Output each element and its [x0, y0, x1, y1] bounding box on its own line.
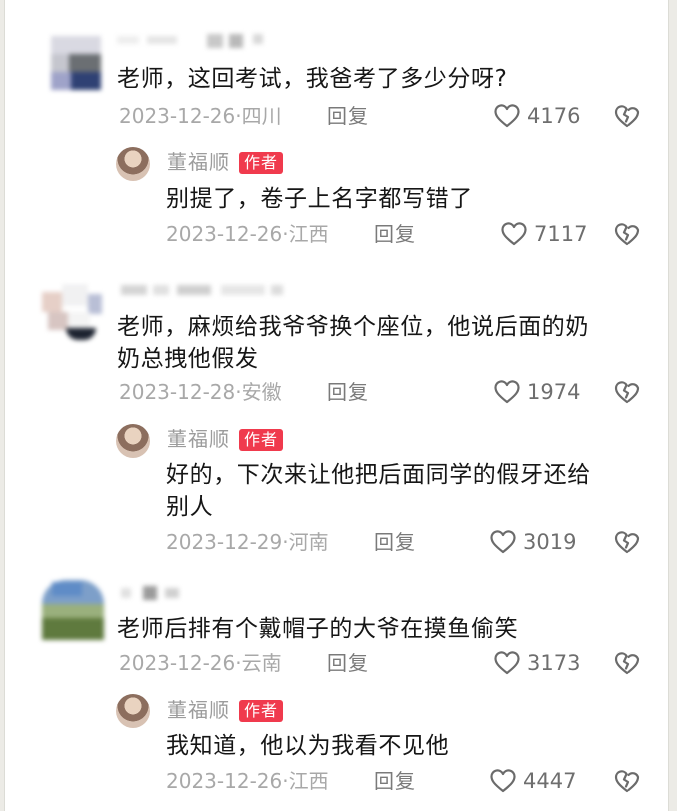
like-button[interactable]: 3173 — [493, 650, 580, 676]
broken-heart-icon — [614, 770, 640, 793]
comment-date: 2023-12-28 — [119, 380, 236, 404]
author-avatar[interactable] — [116, 694, 150, 728]
like-count: 3173 — [527, 651, 581, 675]
reply-location: 江西 — [288, 222, 329, 246]
broken-heart-icon — [614, 381, 640, 404]
comment-location: 安徽 — [241, 380, 282, 404]
reply-text: 我知道，他以为我看不见他 — [166, 733, 450, 759]
like-count: 3019 — [523, 530, 577, 554]
reply-button[interactable]: 回复 — [327, 380, 369, 404]
reply-button[interactable]: 回复 — [374, 222, 416, 246]
heart-outline-icon — [494, 104, 520, 128]
reply-button[interactable]: 回复 — [327, 104, 369, 128]
comment-panel: 老师，这回考试，我爸考了多少分呀? 2023-12-26·四川 回复 4176 … — [4, 0, 669, 811]
author-badge: 作者 — [239, 429, 284, 451]
comment-meta: 2023-12-28·安徽 — [119, 380, 282, 404]
like-count: 1974 — [527, 380, 581, 404]
heart-outline-icon — [494, 651, 520, 675]
author-name[interactable]: 董福顺 — [167, 698, 230, 722]
like-button[interactable]: 4447 — [489, 768, 576, 794]
reply-text: 别人 — [166, 494, 214, 520]
like-button[interactable]: 1974 — [493, 379, 580, 405]
avatar[interactable] — [51, 36, 101, 90]
author-name[interactable]: 董福顺 — [167, 150, 230, 174]
like-button[interactable]: 7117 — [500, 221, 587, 247]
heart-outline-icon — [490, 530, 516, 554]
reply-button[interactable]: 回复 — [374, 530, 416, 554]
like-count: 4447 — [523, 769, 577, 793]
username-redacted — [117, 586, 187, 600]
dislike-button[interactable] — [614, 379, 640, 405]
username-redacted — [117, 34, 267, 48]
dislike-button[interactable] — [614, 529, 640, 555]
reply-text: 别提了，卷子上名字都写错了 — [166, 186, 473, 212]
like-count: 7117 — [534, 222, 588, 246]
reply-date: 2023-12-26 — [166, 769, 283, 793]
comment-location: 云南 — [241, 651, 282, 675]
heart-outline-icon — [501, 222, 527, 246]
comment-meta: 2023-12-26·四川 — [119, 104, 282, 128]
heart-outline-icon — [490, 769, 516, 793]
comment-text: 奶总拽他假发 — [117, 346, 259, 372]
dislike-button[interactable] — [614, 768, 640, 794]
comment-date: 2023-12-26 — [119, 104, 236, 128]
reply-meta: 2023-12-26·江西 — [166, 769, 329, 793]
comment-text: 老师，麻烦给我爷爷换个座位，他说后面的奶 — [117, 314, 589, 340]
author-name[interactable]: 董福顺 — [167, 427, 230, 451]
reply-meta: 2023-12-26·江西 — [166, 222, 329, 246]
comment-location: 四川 — [241, 104, 282, 128]
heart-outline-icon — [494, 380, 520, 404]
username-redacted — [117, 283, 287, 297]
reply-location: 江西 — [288, 769, 329, 793]
like-button[interactable]: 4176 — [493, 103, 580, 129]
broken-heart-icon — [614, 223, 640, 246]
broken-heart-icon — [614, 105, 640, 128]
dislike-button[interactable] — [614, 650, 640, 676]
avatar[interactable] — [42, 580, 104, 640]
author-badge: 作者 — [239, 700, 284, 722]
avatar[interactable] — [42, 284, 102, 340]
broken-heart-icon — [614, 652, 640, 675]
reply-button[interactable]: 回复 — [374, 769, 416, 793]
author-avatar[interactable] — [116, 424, 150, 458]
reply-location: 河南 — [288, 530, 329, 554]
reply-date: 2023-12-29 — [166, 530, 283, 554]
comment-date: 2023-12-26 — [119, 651, 236, 675]
reply-date: 2023-12-26 — [166, 222, 283, 246]
like-count: 4176 — [527, 104, 581, 128]
comment-text: 老师，这回考试，我爸考了多少分呀? — [117, 66, 508, 92]
reply-meta: 2023-12-29·河南 — [166, 530, 329, 554]
dislike-button[interactable] — [614, 103, 640, 129]
reply-button[interactable]: 回复 — [327, 651, 369, 675]
author-avatar[interactable] — [116, 147, 150, 181]
author-badge: 作者 — [239, 152, 284, 174]
reply-text: 好的，下次来让他把后面同学的假牙还给 — [166, 462, 591, 488]
dislike-button[interactable] — [614, 221, 640, 247]
broken-heart-icon — [614, 531, 640, 554]
comment-meta: 2023-12-26·云南 — [119, 651, 282, 675]
like-button[interactable]: 3019 — [489, 529, 576, 555]
comment-text: 老师后排有个戴帽子的大爷在摸鱼偷笑 — [117, 616, 519, 642]
